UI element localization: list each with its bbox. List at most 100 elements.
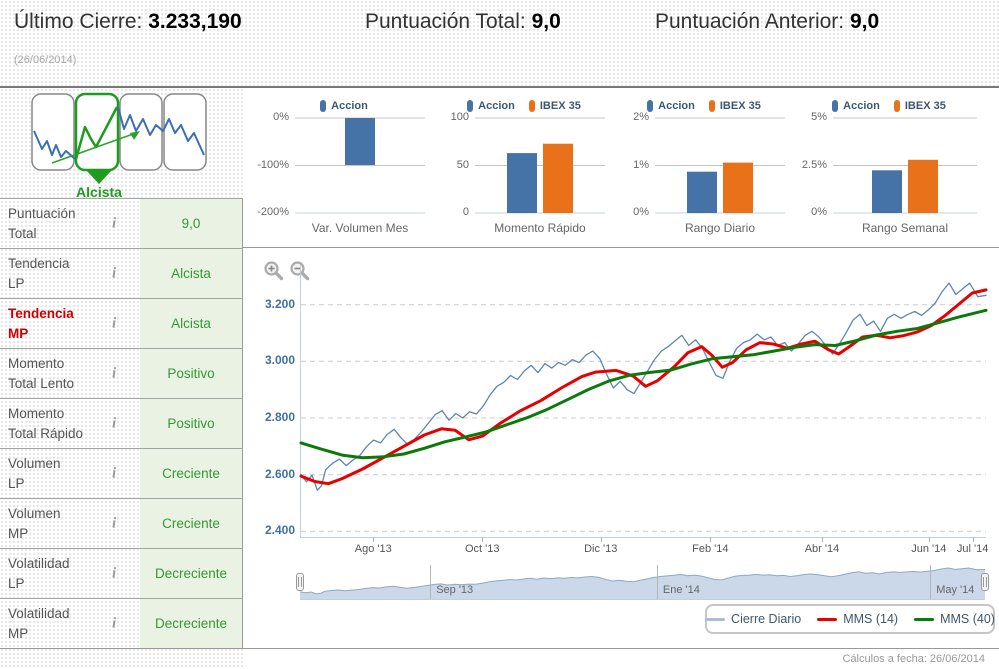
row-momento-total-lento: Momento Total Lento i Positivo [0,348,243,398]
row-volumen-mp: Volumen MP i Creciente [0,498,243,548]
x-axis-label: Jul '14 [956,543,989,555]
y-axis-label: 2.800 [264,410,295,424]
indicator-value: 9,0 [140,199,243,248]
info-icon[interactable]: i [112,465,116,482]
mini-chart-rango-diario: Accion IBEX 35 2% 1% 0% Rango Diario [615,88,793,240]
legend-item[interactable]: IBEX 35 [528,100,581,112]
score-total-label: Puntuación Total: [365,10,526,33]
x-axis-tick [972,537,974,542]
legend-item[interactable]: Accion [647,100,695,112]
navigator-gridline [656,565,658,599]
calculation-date: Cálculos a fecha: 26/06/2014 [842,653,986,665]
charts-area: Accion 0% -100% -200% Var. Volumen Mes Accio… [243,88,999,668]
mini-chart-plot: 0% -100% -200% [255,111,433,218]
legend-item-mms-40[interactable]: MMS (40) [914,612,995,626]
mini-chart-title: Rango Diario [684,221,756,235]
axis-tick-label: 0 [462,206,469,218]
last-close: Último Cierre: 3.233,190 [14,10,242,34]
y-axis-label: 2.400 [264,523,295,538]
indicator-value: Positivo [140,399,243,448]
row-label: Momento Total Rápido [8,405,84,441]
legend-item-mms-14[interactable]: MMS (14) [817,612,898,626]
info-icon[interactable]: i [112,415,116,432]
bar-accion[interactable] [872,170,902,213]
bar-accion[interactable] [687,171,717,213]
legend-marker [708,100,715,112]
row-label: Volatilidad MP [8,605,70,641]
legend-item[interactable]: IBEX 35 [893,100,946,112]
trend-cell-1 [31,93,75,171]
y-axis-label: 3.200 [264,296,295,311]
info-icon[interactable]: i [112,265,116,282]
x-axis-tick [600,537,602,542]
mini-chart-var-volumen-mes: Accion 0% -100% -200% Var. Volumen Mes [255,88,433,240]
bar-accion[interactable] [507,153,537,213]
series-cierre-diario[interactable] [300,282,987,491]
axis-tick-label: 2% [633,111,649,123]
score-previous-value: 9,0 [849,10,880,33]
range-navigator[interactable]: Sep '13 Ene '14 May '14 [296,565,989,600]
zoom-in-button[interactable] [263,260,285,282]
indicator-value: Alcista [140,299,243,348]
row-label: Puntuación Total [8,205,76,241]
indicator-table: Puntuación Total i 9,0 Tendencia LP i Alci… [0,198,243,648]
legend-marker [528,100,535,112]
bar-accion[interactable] [345,118,375,165]
bar-ibex-35[interactable] [908,159,938,213]
navigator-label: Ene '14 [662,584,700,596]
legend-item[interactable]: Accion [320,100,368,112]
axis-tick-label: 50 [456,158,469,171]
info-icon[interactable]: i [112,515,116,532]
bar-ibex-35[interactable] [723,162,753,213]
row-volumen-lp: Volumen LP i Creciente [0,448,243,498]
x-axis-tick [821,537,823,542]
info-icon[interactable]: i [112,365,116,382]
x-axis-label: Jun '14 [911,543,947,555]
legend-label: IBEX 35 [539,100,581,112]
score-total-value: 9,0 [531,10,561,33]
legend-label: IBEX 35 [904,100,946,112]
score-total: Puntuación Total: 9,0 [365,10,561,34]
axis-tick-label: -100% [257,158,289,171]
main-chart-legend: Cierre Diario MMS (14) MMS (40) [705,604,995,634]
info-icon[interactable]: i [112,565,116,582]
navigator-right-handle[interactable] [981,573,989,591]
indicator-value: Decreciente [140,549,243,598]
row-volatilidad-mp: Volatilidad MP i Decreciente [0,598,243,648]
mini-chart-title: Var. Volumen Mes [311,221,409,235]
as-of-date: (26/06/2014) [14,54,77,66]
sidebar: Alcista Puntuación Total i 9,0 Tendencia L… [0,88,243,668]
x-axis-label: Ago '13 [354,543,392,555]
trend-cell-3 [119,93,163,171]
navigator-label: May '14 [936,584,975,596]
mini-chart-momento-rapido: Accion IBEX 35 100 50 0 Momento Rápido [435,88,613,240]
navigator-gridline [930,565,932,599]
legend-item[interactable]: Accion [832,100,880,112]
legend-marker [893,100,900,112]
row-label: Momento Total Lento [8,355,75,391]
axis-tick-label: 100 [450,111,469,123]
main-price-chart: Sep '13 Ene '14 May '14 Cierre Diario MMS … [243,248,999,668]
mini-chart-title: Momento Rápido [494,221,586,235]
mini-chart-rango-semanal: Accion IBEX 35 5% 2.5% 0% Rango Semanal [793,88,985,240]
x-axis-label: Dic '13 [584,543,618,555]
y-axis-label: 3.000 [264,353,295,368]
indicator-value: Decreciente [140,599,243,648]
legend-marker [832,100,839,112]
info-icon[interactable]: i [112,615,116,632]
row-momento-total-rapido: Momento Total Rápido i Positivo [0,398,243,448]
legend-item-cierre-diario[interactable]: Cierre Diario [705,612,801,626]
axis-tick-label: -200% [257,206,289,218]
navigator-left-handle[interactable] [296,573,304,591]
info-icon[interactable]: i [112,215,116,232]
indicator-value: Creciente [140,499,243,548]
legend-item[interactable]: Accion [467,100,515,112]
price-plot-area[interactable] [299,265,988,538]
mini-chart-plot: 100 50 0 [435,111,613,218]
navigator-area[interactable] [300,568,985,599]
legend-item[interactable]: IBEX 35 [708,100,761,112]
bar-ibex-35[interactable] [543,143,573,213]
info-icon[interactable]: i [112,315,116,332]
mini-chart-plot: 2% 1% 0% [615,111,793,218]
row-puntuacion-total: Puntuación Total i 9,0 [0,198,243,248]
